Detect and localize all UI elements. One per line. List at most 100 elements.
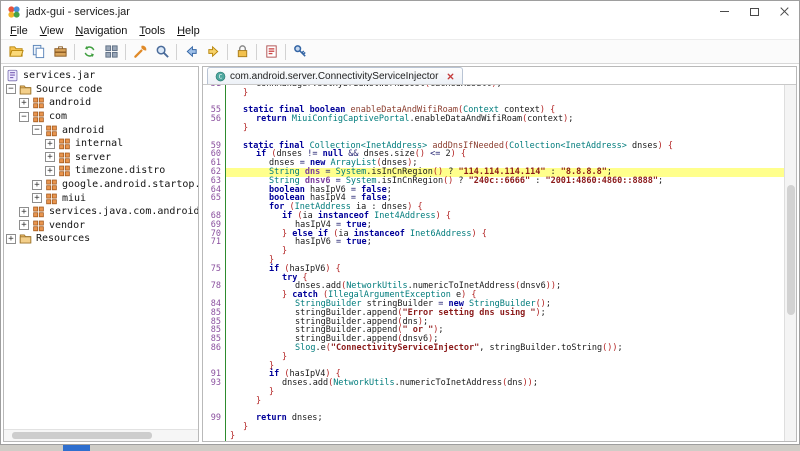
code-line[interactable]: }: [203, 397, 784, 406]
tree-item-miui[interactable]: +miui: [4, 191, 198, 205]
tab-close-button[interactable]: [446, 72, 455, 81]
line-number: [203, 353, 226, 362]
expand-toggle-icon[interactable]: +: [32, 180, 42, 190]
menu-help[interactable]: Help: [171, 24, 206, 38]
tree-item-services-jar[interactable]: services.jar: [4, 69, 198, 83]
deobfuscation-button[interactable]: [129, 42, 151, 62]
taskbar-item[interactable]: [63, 445, 90, 451]
tree-item-server[interactable]: + server: [4, 151, 198, 165]
tree-item-internal[interactable]: +internal: [4, 137, 198, 151]
line-number: [203, 397, 226, 406]
code-vertical-scrollbar[interactable]: [784, 85, 796, 441]
code-text: }: [226, 432, 784, 441]
code-text: if (hasIpV6) {: [226, 265, 784, 274]
code-line-70[interactable]: 70} else if (ia instanceof Inet6Address)…: [203, 230, 784, 239]
code-line[interactable]: }: [203, 247, 784, 256]
lock-button[interactable]: [231, 42, 253, 62]
expand-toggle-icon[interactable]: +: [32, 193, 42, 203]
tree-item-label: com: [49, 111, 67, 122]
maximize-button[interactable]: [739, 1, 769, 22]
menu-navigation[interactable]: Navigation: [69, 24, 133, 38]
expand-toggle-icon[interactable]: +: [45, 152, 55, 162]
back-button[interactable]: [180, 42, 202, 62]
tree-item-label: android: [62, 125, 104, 136]
code-line[interactable]: }: [203, 432, 784, 441]
code-text: }: [226, 423, 784, 432]
code-text: }: [226, 89, 784, 98]
expand-toggle-icon[interactable]: +: [6, 234, 16, 244]
code-text: return MiuiConfigCaptivePortal.enableDat…: [226, 115, 784, 124]
expand-toggle-icon[interactable]: +: [19, 220, 29, 230]
scrollbar-thumb[interactable]: [787, 185, 795, 315]
code-line[interactable]: }: [203, 388, 784, 397]
add-files-icon: [31, 44, 46, 59]
tab-connectivity-service-injector[interactable]: C com.android.server.ConnectivityService…: [207, 67, 463, 84]
menu-tools[interactable]: Tools: [133, 24, 171, 38]
save-all-button[interactable]: [49, 42, 71, 62]
code-view[interactable]: 51connManager.setHybridNetworkBoost(cach…: [203, 85, 784, 441]
collapse-toggle-icon[interactable]: −: [6, 84, 16, 94]
tree-item-label: services.jar: [23, 70, 95, 81]
line-number: 56: [203, 115, 226, 124]
flat-packages-button[interactable]: [100, 42, 122, 62]
forward-icon: [206, 44, 221, 59]
expand-toggle-icon[interactable]: +: [19, 207, 29, 217]
deobfuscation-icon: [133, 44, 148, 59]
preferences-button[interactable]: [289, 42, 311, 62]
toolbar-separator: [227, 44, 228, 60]
collapse-toggle-icon[interactable]: −: [19, 112, 29, 122]
code-line-85[interactable]: 85stringBuilder.append("Error setting dn…: [203, 309, 784, 318]
tree-item-label: vendor: [49, 220, 85, 231]
forward-button[interactable]: [202, 42, 224, 62]
menu-view[interactable]: View: [34, 24, 70, 38]
tree-item-vendor[interactable]: + vendor: [4, 219, 198, 233]
lock-icon: [235, 44, 250, 59]
minimize-button[interactable]: [709, 1, 739, 22]
line-number: 86: [203, 344, 226, 353]
tree-item-source-code[interactable]: −Source code: [4, 83, 198, 97]
expand-toggle-icon[interactable]: +: [45, 166, 55, 176]
tree-item-label: android: [49, 97, 91, 108]
code-line[interactable]: }: [203, 353, 784, 362]
tree-item-timezone-distro[interactable]: +timezone.distro: [4, 164, 198, 178]
code-line-93[interactable]: 93dnses.add(NetworkUtils.numericToInetAd…: [203, 379, 784, 388]
line-number: [203, 89, 226, 98]
tree-item-android[interactable]: − android: [4, 123, 198, 137]
code-line-86[interactable]: 86Slog.e("ConnectivityServiceInjector", …: [203, 344, 784, 353]
menu-file[interactable]: File: [4, 24, 34, 38]
tree-item-label: server: [75, 152, 111, 163]
tree-item-android[interactable]: + android: [4, 96, 198, 110]
tree-item-services-java-com-android-server[interactable]: +services.java.com.android.server.: [4, 205, 198, 219]
close-button[interactable]: [769, 1, 799, 22]
save-all-icon: [53, 44, 68, 59]
search-button[interactable]: [151, 42, 173, 62]
log-viewer-button[interactable]: [260, 42, 282, 62]
line-number: 78: [203, 282, 226, 291]
line-number: 99: [203, 414, 226, 423]
code-line-71[interactable]: 71hasIpV6 = true;: [203, 238, 784, 247]
line-number: [203, 124, 226, 133]
collapse-toggle-icon[interactable]: −: [32, 125, 42, 135]
code-line[interactable]: }: [203, 124, 784, 133]
tree-horizontal-scrollbar[interactable]: [4, 429, 198, 441]
code-line-85[interactable]: 85stringBuilder.append(dns);: [203, 318, 784, 327]
tree-item-resources[interactable]: +Resources: [4, 232, 198, 246]
main-split: services.jar−Source code+android−com−and…: [1, 64, 799, 444]
code-line-99[interactable]: 99return dnses;: [203, 414, 784, 423]
code-line[interactable]: }: [203, 423, 784, 432]
scrollbar-thumb[interactable]: [12, 432, 152, 439]
toolbar-separator: [74, 44, 75, 60]
expand-toggle-icon[interactable]: +: [45, 139, 55, 149]
code-line[interactable]: }: [203, 89, 784, 98]
code-line-68[interactable]: 68if (ia instanceof Inet4Address) {: [203, 212, 784, 221]
code-line-85[interactable]: 85stringBuilder.append(" or ");: [203, 326, 784, 335]
tree-item-com[interactable]: − com: [4, 110, 198, 124]
sync-button[interactable]: [78, 42, 100, 62]
expand-toggle-icon[interactable]: +: [19, 98, 29, 108]
package-icon: [32, 205, 45, 218]
code-area: 51connManager.setHybridNetworkBoost(cach…: [203, 85, 796, 441]
tree-item-google-android-startop-iorap[interactable]: +google.android.startop.iorap: [4, 178, 198, 192]
open-file-button[interactable]: [5, 42, 27, 62]
add-files-button[interactable]: [27, 42, 49, 62]
code-line-56[interactable]: 56return MiuiConfigCaptivePortal.enableD…: [203, 115, 784, 124]
